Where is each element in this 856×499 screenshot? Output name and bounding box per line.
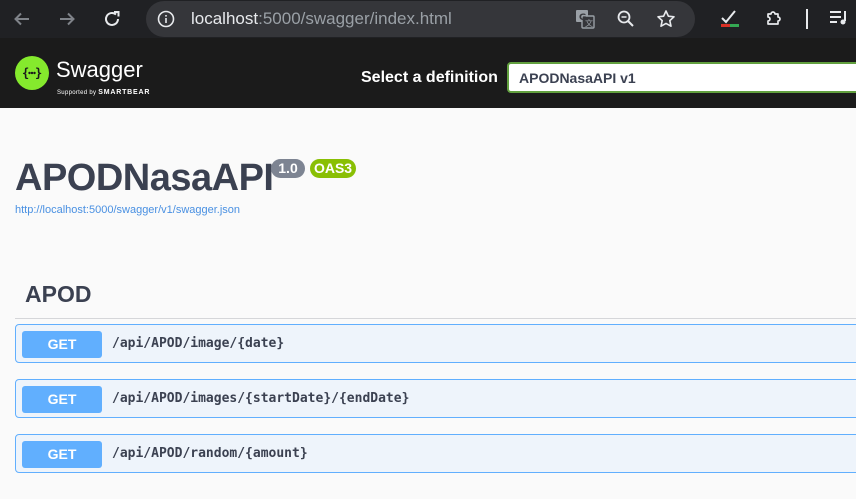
swagger-brand: Swagger bbox=[56, 57, 143, 82]
operation-get-images[interactable]: GET /api/APOD/images/{startDate}/{endDat… bbox=[15, 379, 856, 418]
tag-divider bbox=[15, 318, 856, 319]
operation-path: /api/APOD/random/{amount} bbox=[112, 446, 308, 461]
swagger-topbar: {} Swagger Supported by SMARTBEAR Select… bbox=[0, 38, 856, 108]
url-host: localhost bbox=[191, 9, 259, 28]
puzzle-icon[interactable] bbox=[763, 7, 785, 29]
star-icon[interactable] bbox=[655, 8, 677, 30]
reload-icon[interactable] bbox=[100, 7, 124, 31]
info-icon[interactable] bbox=[156, 9, 176, 29]
supported-by: Supported by SMARTBEAR bbox=[57, 89, 150, 97]
api-title: APODNasaAPI bbox=[15, 157, 274, 199]
url-path: :5000/swagger/index.html bbox=[258, 9, 452, 28]
media-queue-icon[interactable] bbox=[828, 7, 850, 29]
forward-arrow-icon[interactable] bbox=[55, 7, 79, 31]
definition-label: Select a definition bbox=[361, 69, 498, 86]
operation-path: /api/APOD/images/{startDate}/{endDate} bbox=[112, 391, 410, 406]
method-badge: GET bbox=[22, 441, 102, 468]
svg-text:文: 文 bbox=[585, 18, 593, 28]
toolbar-divider bbox=[806, 9, 808, 29]
tag-title[interactable]: APOD bbox=[25, 281, 91, 307]
translate-icon[interactable]: G文 bbox=[574, 8, 596, 30]
oas-badge: OAS3 bbox=[310, 159, 356, 178]
definition-select-value: APODNasaAPI v1 bbox=[519, 70, 636, 86]
svg-text:}: } bbox=[35, 66, 42, 80]
definition-select[interactable]: APODNasaAPI v1 bbox=[507, 62, 856, 93]
extension-check-icon[interactable] bbox=[719, 7, 741, 29]
operation-get-random[interactable]: GET /api/APOD/random/{amount} bbox=[15, 434, 856, 473]
supported-prefix: Supported by bbox=[57, 90, 97, 96]
version-badge: 1.0 bbox=[271, 159, 305, 178]
url-text[interactable]: localhost:5000/swagger/index.html bbox=[191, 9, 452, 29]
back-arrow-icon[interactable] bbox=[10, 7, 34, 31]
operation-path: /api/APOD/image/{date} bbox=[112, 336, 285, 351]
zoom-icon[interactable] bbox=[615, 8, 637, 30]
swagger-logo-icon[interactable]: {} bbox=[15, 56, 49, 90]
method-badge: GET bbox=[22, 386, 102, 413]
spec-url-link[interactable]: http://localhost:5000/swagger/v1/swagger… bbox=[15, 204, 240, 217]
svg-text:{: { bbox=[22, 66, 29, 80]
browser-toolbar: localhost:5000/swagger/index.html G文 bbox=[0, 0, 856, 38]
operation-get-image[interactable]: GET /api/APOD/image/{date} bbox=[15, 324, 856, 363]
smartbear-brand: SMARTBEAR bbox=[98, 89, 151, 96]
method-badge: GET bbox=[22, 331, 102, 358]
address-bar[interactable]: localhost:5000/swagger/index.html G文 bbox=[146, 1, 695, 37]
